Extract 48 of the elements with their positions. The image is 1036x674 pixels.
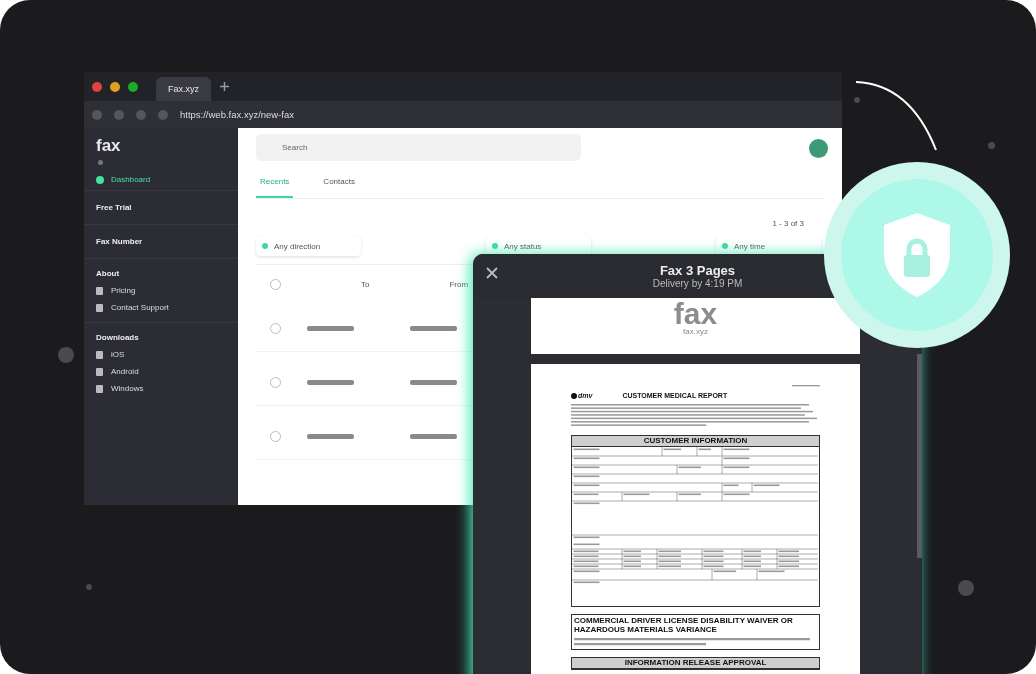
browser-nav-icon[interactable] — [114, 109, 124, 120]
window-control[interactable] — [128, 81, 138, 92]
decor-dot — [854, 97, 860, 103]
window-control[interactable] — [110, 81, 120, 92]
sidebar-heading: About — [96, 269, 121, 278]
close-icon[interactable] — [485, 266, 499, 280]
scrollbar[interactable] — [917, 354, 922, 558]
agency-mark-icon — [571, 392, 577, 399]
sidebar-item[interactable]: Windows — [96, 384, 226, 393]
browser-tab[interactable]: Fax.xyz — [156, 77, 211, 101]
text-placeholder — [410, 434, 457, 439]
browser-nav-icon[interactable] — [92, 109, 102, 120]
status-dot — [98, 160, 103, 165]
decor-dot — [86, 584, 92, 590]
filter-dropdown[interactable]: Any direction — [256, 236, 361, 256]
section-heading: CUSTOMER INFORMATION — [572, 435, 819, 447]
section-heading: INFORMATION RELEASE APPROVAL — [572, 657, 819, 669]
decor-dot — [988, 142, 995, 149]
dialog-title: Fax 3 Pages — [659, 263, 736, 278]
dialog-subtitle: Delivery by 4:19 PM — [652, 278, 743, 289]
cover-logo: fax — [673, 300, 718, 327]
browser-nav-icon[interactable] — [136, 109, 146, 120]
section-heading: COMMERCIAL DRIVER LICENSE DISABILITY WAIVER OR HAZARDOUS MATERIALS VARIANCE — [574, 615, 794, 635]
app-logo: fax — [95, 135, 122, 156]
tab[interactable]: Contacts — [319, 169, 359, 198]
text-placeholder — [307, 434, 354, 439]
pagination-text: 1 - 3 of 3 — [772, 219, 804, 228]
column-header: To — [361, 280, 370, 289]
search-field[interactable]: Search — [256, 134, 581, 161]
sidebar-item[interactable]: Contact Support — [96, 303, 226, 312]
sidebar-item[interactable]: Android — [96, 367, 226, 376]
text-placeholder — [307, 326, 354, 331]
sidebar-item[interactable]: iOS — [96, 350, 226, 359]
window-control[interactable] — [92, 81, 102, 92]
form-code-drawing — [792, 384, 820, 388]
browser-nav-icon[interactable] — [158, 109, 168, 120]
shield-lock-icon — [882, 213, 952, 297]
decor-dot — [58, 347, 74, 363]
column-header: From — [449, 280, 469, 289]
text-placeholder — [410, 380, 457, 385]
text-placeholder — [410, 326, 457, 331]
sidebar-heading: Downloads — [96, 333, 140, 342]
decor-dot — [958, 580, 974, 596]
cover-site: fax.xyz — [683, 326, 708, 336]
sidebar-item[interactable]: Dashboard — [84, 169, 238, 190]
sidebar-item[interactable]: Pricing — [96, 286, 226, 295]
text-placeholder — [307, 380, 354, 385]
add-tab-icon[interactable] — [219, 81, 230, 92]
